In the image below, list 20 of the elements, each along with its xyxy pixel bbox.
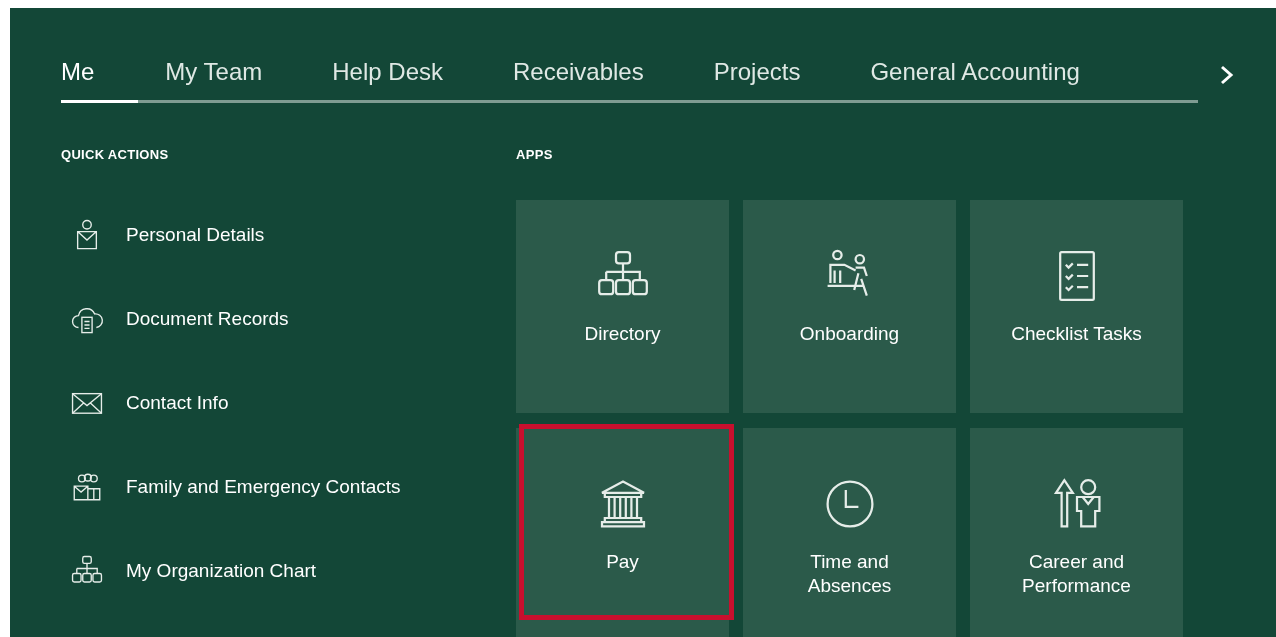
quick-action-link[interactable]: Personal Details [70, 218, 516, 252]
app-tile[interactable]: Career and Performance [970, 428, 1183, 637]
tab[interactable]: General Accounting [870, 54, 1080, 103]
app-tile[interactable]: Onboarding [743, 200, 956, 413]
quick-action-link[interactable]: Family and Emergency Contacts [70, 470, 516, 504]
app-tile[interactable]: Directory [516, 200, 729, 413]
chevron-right-icon [1218, 63, 1236, 86]
app-tile[interactable]: Pay [516, 428, 729, 637]
tab[interactable]: Receivables [513, 54, 644, 103]
tab[interactable]: Help Desk [332, 54, 443, 103]
tab[interactable]: My Team [165, 54, 263, 103]
section-heading: QUICK ACTIONS [61, 147, 170, 162]
tab[interactable]: Projects [713, 54, 801, 103]
app-tile[interactable]: Time and Absences [743, 428, 956, 637]
app-tile[interactable]: Checklist Tasks [970, 200, 1183, 413]
quick-action-link[interactable]: Document Records [70, 302, 516, 336]
section-heading: APPS [516, 147, 554, 162]
quick-action-link[interactable]: My Organization Chart [70, 554, 516, 588]
tab[interactable]: Me [61, 54, 139, 103]
quick-action-link[interactable]: Contact Info [70, 386, 516, 420]
